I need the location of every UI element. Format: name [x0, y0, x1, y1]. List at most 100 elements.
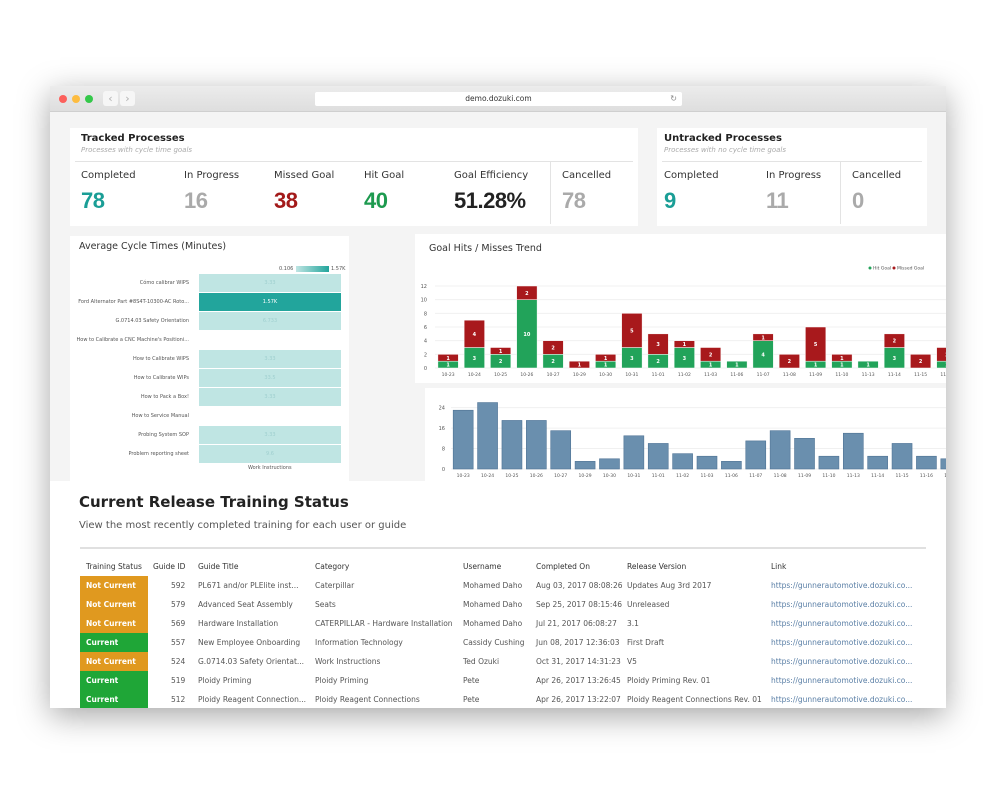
bar-value-label: 4: [761, 352, 765, 358]
bar-value-label: 10: [523, 332, 530, 338]
guide-link[interactable]: https://gunnerautomotive.dozuki.co...: [771, 676, 912, 685]
address-bar[interactable]: demo.dozuki.com ↻: [315, 92, 682, 106]
column-header[interactable]: Link: [771, 562, 786, 571]
untracked-cancelled-label: Cancelled: [852, 170, 902, 181]
heatmap-cell[interactable]: 9.6: [199, 445, 341, 463]
category: CATERPILLAR - Hardware Installation: [315, 619, 453, 628]
guide-link[interactable]: https://gunnerautomotive.dozuki.co...: [771, 600, 912, 609]
bar-value-label: 1: [866, 363, 870, 369]
guide-title[interactable]: Ploidy Priming: [198, 676, 251, 685]
volume-bar[interactable]: [867, 455, 888, 470]
x-tick-label: 11-09: [798, 473, 811, 479]
x-tick-label: 10-31: [625, 372, 638, 378]
training-title: Current Release Training Status: [79, 493, 349, 511]
tracked-cancelled-label: Cancelled: [562, 170, 612, 181]
guide-title[interactable]: New Employee Onboarding: [198, 638, 300, 647]
guide-title[interactable]: PL671 and/or PLElite inst...: [198, 581, 298, 590]
x-tick-label: 11-07: [757, 372, 770, 378]
volume-bar[interactable]: [916, 455, 937, 470]
guide-title[interactable]: Hardware Installation: [198, 619, 278, 628]
volume-bar[interactable]: [940, 458, 946, 470]
volume-bar[interactable]: [696, 455, 718, 470]
volume-bar[interactable]: [842, 432, 864, 470]
legend-label[interactable]: Hit Goal: [873, 266, 891, 272]
bar-value-label: 1: [735, 363, 739, 369]
volume-bar[interactable]: [818, 455, 840, 470]
tracked-missed-goal-label: Missed Goal: [274, 170, 335, 181]
volume-bar[interactable]: [672, 453, 693, 470]
minimize-window-button[interactable]: [72, 95, 80, 103]
column-header[interactable]: Guide Title: [198, 562, 238, 571]
volume-bar[interactable]: [550, 430, 572, 470]
heatmap-cell[interactable]: 3.33: [199, 274, 341, 292]
untracked-title: Untracked Processes: [664, 133, 782, 144]
maximize-window-button[interactable]: [85, 95, 93, 103]
close-window-button[interactable]: [59, 95, 67, 103]
guide-id: 557: [171, 638, 186, 647]
x-tick-label: 11-06: [730, 372, 743, 378]
completed-on: Oct 31, 2017 14:31:23: [536, 657, 621, 666]
bar-value-label: 5: [814, 342, 818, 348]
guide-id: 569: [171, 619, 186, 628]
volume-bar[interactable]: [477, 402, 498, 470]
guide-link[interactable]: https://gunnerautomotive.dozuki.co...: [771, 638, 912, 647]
guide-title[interactable]: Ploidy Reagent Connection...: [198, 695, 306, 704]
volume-bar[interactable]: [769, 430, 791, 470]
heatmap-cell[interactable]: 1.57K: [199, 293, 341, 311]
volume-bar[interactable]: [526, 420, 547, 470]
bar-value-label: 2: [525, 291, 529, 297]
volume-bar[interactable]: [501, 420, 523, 470]
heatmap-row-label: How to Service Manual: [131, 413, 189, 419]
heatmap-cell[interactable]: 33.5: [199, 369, 341, 387]
volume-bar[interactable]: [745, 440, 767, 470]
volume-bar[interactable]: [574, 461, 596, 470]
volume-bar[interactable]: [599, 458, 620, 470]
x-tick-label: 11-07: [749, 473, 762, 479]
volume-bar[interactable]: [794, 438, 815, 470]
username: Ted Ozuki: [463, 657, 500, 666]
x-tick-label: 10-30: [603, 473, 616, 479]
bar-value-label: 2: [945, 352, 946, 358]
forward-button[interactable]: ›: [120, 91, 135, 106]
volume-bar[interactable]: [452, 409, 474, 470]
column-header[interactable]: Training Status: [86, 562, 142, 571]
untracked-in-progress-value: 11: [766, 188, 789, 213]
column-header[interactable]: Username: [463, 562, 501, 571]
untracked-cancelled-value: 0: [852, 188, 864, 213]
dashboard: Tracked Processes Processes with cycle t…: [50, 113, 946, 708]
guide-link[interactable]: https://gunnerautomotive.dozuki.co...: [771, 657, 912, 666]
guide-link[interactable]: https://gunnerautomotive.dozuki.co...: [771, 581, 912, 590]
bar-value-label: 2: [893, 339, 897, 345]
column-header[interactable]: Completed On: [536, 562, 590, 571]
legend-label[interactable]: Missed Goal: [897, 266, 924, 272]
guide-link[interactable]: https://gunnerautomotive.dozuki.co...: [771, 619, 912, 628]
column-header[interactable]: Category: [315, 562, 349, 571]
username: Mohamed Daho: [463, 619, 523, 628]
column-header[interactable]: Release Version: [627, 562, 686, 571]
x-tick-label: 11-17: [944, 473, 946, 479]
completed-on: Jun 08, 2017 12:36:03: [536, 638, 620, 647]
guide-title[interactable]: Advanced Seat Assembly: [198, 600, 293, 609]
column-header[interactable]: Guide ID: [153, 562, 185, 571]
guide-id: 524: [171, 657, 186, 666]
heatmap-cell[interactable]: 3.33: [199, 388, 341, 406]
guide-link[interactable]: https://gunnerautomotive.dozuki.co...: [771, 695, 912, 704]
heatmap-cell[interactable]: 3.33: [199, 426, 341, 444]
x-tick-label: 11-14: [871, 473, 884, 479]
tracked-subtitle: Processes with cycle time goals: [81, 146, 193, 154]
volume-bar[interactable]: [721, 461, 742, 470]
bar-value-label: 1: [840, 363, 844, 369]
bar-value-label: 3: [473, 356, 477, 362]
x-tick-label: 11-08: [783, 372, 796, 378]
heatmap-cell[interactable]: 6.733: [199, 312, 341, 330]
tracked-completed-value: 78: [81, 188, 105, 213]
heatmap-cell[interactable]: 3.33: [199, 350, 341, 368]
back-button[interactable]: ‹: [103, 91, 118, 106]
heatmap-row-label: Probing System SOP: [138, 432, 189, 438]
volume-bar[interactable]: [891, 443, 913, 470]
volume-bar[interactable]: [647, 443, 669, 470]
bar-value-label: 2: [919, 359, 923, 365]
guide-title[interactable]: G.0714.03 Safety Orientat...: [198, 657, 304, 666]
volume-bar[interactable]: [623, 435, 645, 470]
reload-icon[interactable]: ↻: [670, 92, 677, 106]
